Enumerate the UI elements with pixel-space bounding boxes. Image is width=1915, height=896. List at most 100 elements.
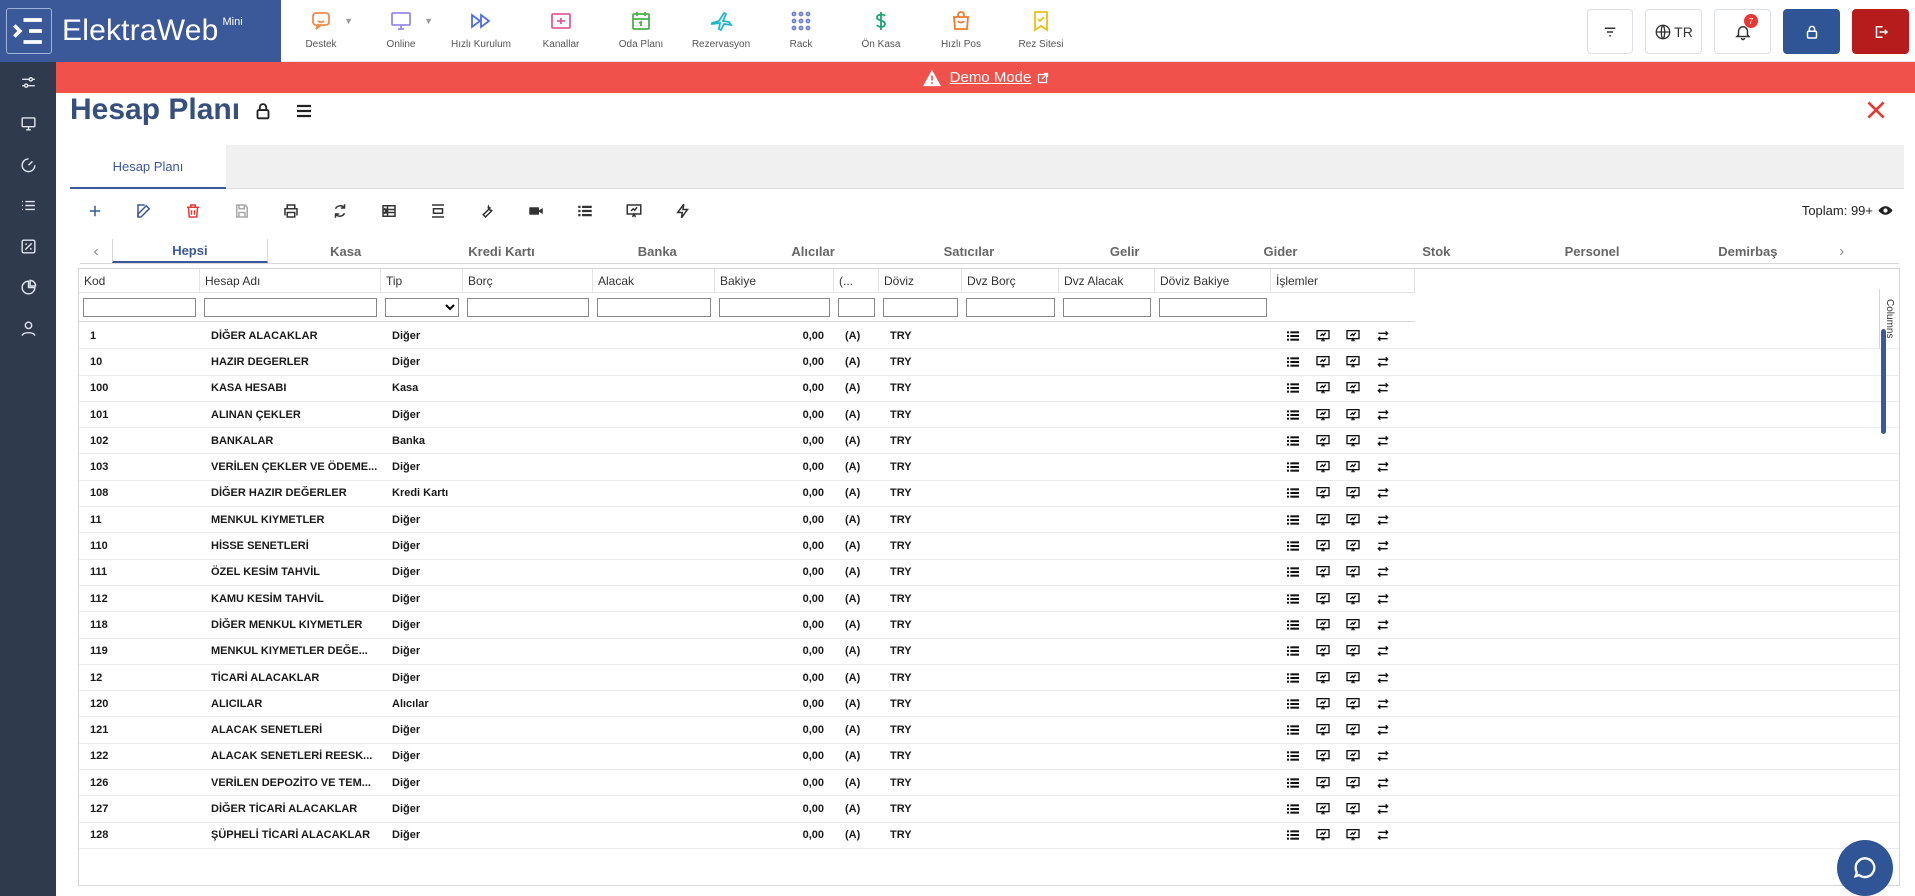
currency-statement-icon[interactable] — [1345, 643, 1361, 659]
statement-icon[interactable] — [1315, 801, 1331, 817]
category-tab[interactable]: Kredi Kartı — [424, 239, 580, 263]
transfer-arrows-icon[interactable] — [1375, 407, 1391, 423]
statement-icon[interactable] — [1315, 512, 1331, 528]
detail-list-icon[interactable] — [1285, 617, 1301, 633]
quick-nav-item[interactable]: Online ▼ — [361, 0, 441, 62]
statement-icon[interactable] — [1315, 485, 1331, 501]
detail-list-icon[interactable] — [1285, 801, 1301, 817]
chevron-right-icon[interactable]: › — [1826, 239, 1858, 263]
caret-down-icon[interactable]: ▼ — [424, 16, 433, 26]
statement-icon[interactable] — [1315, 433, 1331, 449]
column-filter-input[interactable] — [1063, 298, 1151, 317]
edit-button[interactable] — [119, 193, 168, 229]
add-button[interactable] — [70, 193, 119, 229]
detail-list-icon[interactable] — [1285, 485, 1301, 501]
column-filter-input[interactable] — [883, 298, 958, 317]
rail-item-reports[interactable] — [0, 144, 56, 185]
column-header[interactable]: Alacak — [593, 269, 715, 293]
video-button[interactable] — [511, 193, 560, 229]
column-header[interactable]: Döviz — [879, 269, 962, 293]
padlock-icon[interactable] — [252, 100, 274, 122]
detail-list-icon[interactable] — [1285, 775, 1301, 791]
eye-icon[interactable] — [1877, 202, 1894, 219]
hamburger-menu-icon[interactable] — [292, 99, 316, 123]
rail-item-settings[interactable] — [0, 62, 56, 103]
presentation-button[interactable] — [609, 193, 658, 229]
excel-export-button[interactable] — [364, 193, 413, 229]
detail-list-icon[interactable] — [1285, 407, 1301, 423]
category-tab[interactable]: Satıcılar — [891, 239, 1047, 263]
detail-list-icon[interactable] — [1285, 591, 1301, 607]
detail-list-icon[interactable] — [1285, 459, 1301, 475]
category-tab[interactable]: Hepsi — [112, 239, 268, 263]
table-row[interactable]: 108 DİĞER HAZIR DEĞERLER Kredi Kartı 0,00 (A… — [79, 481, 1899, 508]
statement-icon[interactable] — [1315, 380, 1331, 396]
quick-action-button[interactable] — [658, 193, 707, 229]
logout-button[interactable] — [1852, 9, 1909, 54]
category-tab[interactable]: Kasa — [268, 239, 424, 263]
quick-nav-item[interactable]: Rack — [761, 0, 841, 62]
table-row[interactable]: 119 MENKUL KIYMETLER DEĞE... Diğer 0,00 (A) T… — [79, 639, 1899, 665]
quick-nav-item[interactable]: Hızlı Kurulum — [441, 0, 521, 62]
transfer-arrows-icon[interactable] — [1375, 354, 1391, 370]
table-row[interactable]: 12 TİCARİ ALACAKLAR Diğer 0,00 (A) TRY — [79, 665, 1899, 692]
grid-scrollbar[interactable] — [1881, 329, 1886, 434]
column-filter-input[interactable] — [597, 298, 711, 317]
save-button[interactable] — [217, 193, 266, 229]
currency-statement-icon[interactable] — [1345, 775, 1361, 791]
table-row[interactable]: 101 ALINAN ÇEKLER Diğer 0,00 (A) TRY — [79, 402, 1899, 429]
category-tab[interactable]: Personel — [1514, 239, 1670, 263]
rail-item-front-office[interactable] — [0, 103, 56, 144]
statement-icon[interactable] — [1315, 538, 1331, 554]
table-row[interactable]: 103 VERİLEN ÇEKLER VE ÖDEME... Diğer 0,00 (A… — [79, 454, 1899, 481]
table-row[interactable]: 110 HİSSE SENETLERİ Diğer 0,00 (A) TRY — [79, 533, 1899, 560]
column-filter-input[interactable] — [1159, 298, 1267, 317]
chevron-left-icon[interactable]: ‹ — [80, 239, 112, 263]
currency-statement-icon[interactable] — [1345, 591, 1361, 607]
category-tab[interactable]: Banka — [579, 239, 735, 263]
detail-list-icon[interactable] — [1285, 748, 1301, 764]
detail-list-icon[interactable] — [1285, 670, 1301, 686]
detail-list-icon[interactable] — [1285, 380, 1301, 396]
rail-item-lists[interactable] — [0, 185, 56, 226]
settings-button[interactable] — [462, 193, 511, 229]
transfer-arrows-icon[interactable] — [1375, 459, 1391, 475]
close-icon[interactable] — [1863, 97, 1889, 123]
table-row[interactable]: 102 BANKALAR Banka 0,00 (A) TRY — [79, 428, 1899, 455]
caret-down-icon[interactable]: ▼ — [344, 16, 353, 26]
list-view-button[interactable] — [560, 193, 609, 229]
statement-icon[interactable] — [1315, 827, 1331, 843]
category-tab[interactable]: Gider — [1203, 239, 1359, 263]
transfer-arrows-icon[interactable] — [1375, 801, 1391, 817]
column-filter-input[interactable] — [83, 298, 196, 317]
column-filter-input[interactable] — [966, 298, 1055, 317]
detail-list-icon[interactable] — [1285, 538, 1301, 554]
transfer-arrows-icon[interactable] — [1375, 827, 1391, 843]
rail-item-charts[interactable] — [0, 267, 56, 308]
detail-list-icon[interactable] — [1285, 433, 1301, 449]
table-row[interactable]: 11 MENKUL KIYMETLER Diğer 0,00 (A) TRY — [79, 507, 1899, 534]
type-filter-select[interactable] — [385, 298, 459, 317]
detail-list-icon[interactable] — [1285, 354, 1301, 370]
table-row[interactable]: 127 DİĞER TİCARİ ALACAKLAR Diğer 0,00 (A) TRY — [79, 796, 1899, 823]
transfer-arrows-icon[interactable] — [1375, 512, 1391, 528]
table-row[interactable]: 121 ALACAK SENETLERİ Diğer 0,00 (A) TRY — [79, 717, 1899, 744]
category-tab[interactable]: Gelir — [1047, 239, 1203, 263]
transfer-arrows-icon[interactable] — [1375, 591, 1391, 607]
column-header[interactable]: Döviz Bakiye — [1155, 269, 1271, 293]
rail-item-accounting[interactable] — [0, 226, 56, 267]
currency-statement-icon[interactable] — [1345, 801, 1361, 817]
table-row[interactable]: 120 ALICILAR Alıcılar 0,00 (A) TRY — [79, 691, 1899, 718]
column-filter-input[interactable] — [838, 298, 875, 317]
currency-statement-icon[interactable] — [1345, 827, 1361, 843]
currency-statement-icon[interactable] — [1345, 433, 1361, 449]
transfer-arrows-icon[interactable] — [1375, 433, 1391, 449]
transfer-arrows-icon[interactable] — [1375, 485, 1391, 501]
currency-statement-icon[interactable] — [1345, 696, 1361, 712]
print-button[interactable] — [266, 193, 315, 229]
transfer-arrows-icon[interactable] — [1375, 670, 1391, 686]
statement-icon[interactable] — [1315, 696, 1331, 712]
currency-statement-icon[interactable] — [1345, 354, 1361, 370]
detail-list-icon[interactable] — [1285, 696, 1301, 712]
transfer-arrows-icon[interactable] — [1375, 538, 1391, 554]
